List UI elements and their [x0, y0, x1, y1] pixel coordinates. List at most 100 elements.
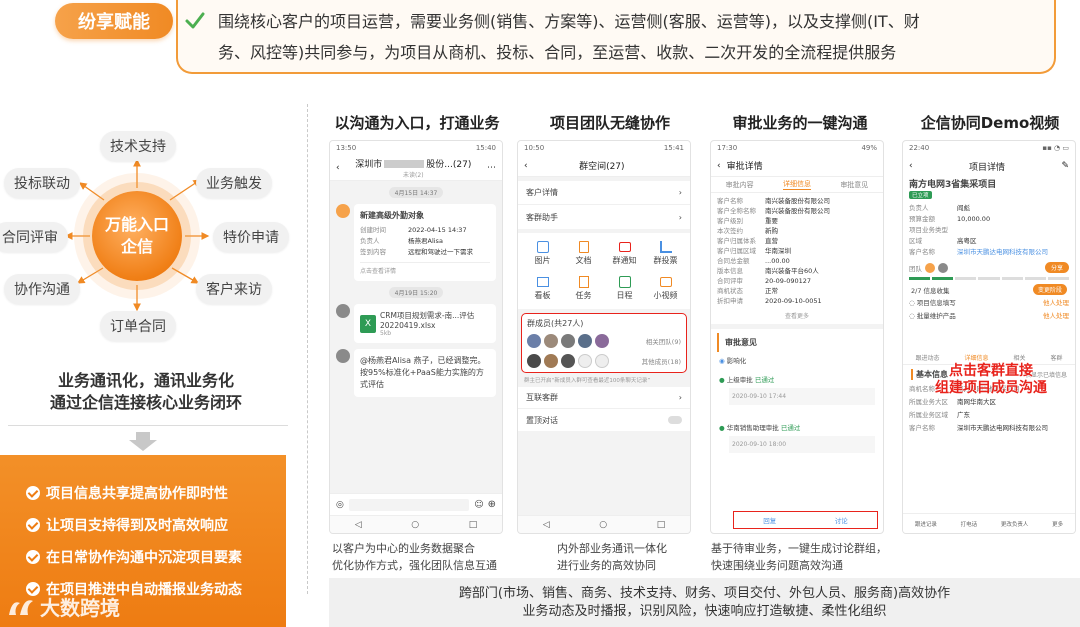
android-nav: ◁ ○ □ — [518, 515, 690, 533]
app-notice[interactable]: 群通知 — [604, 241, 645, 266]
approval-field: 合同总金额 ...00.00 — [717, 257, 790, 265]
tab-approval-opinion[interactable]: 审批意见 — [840, 180, 868, 190]
app-image[interactable]: 图片 — [522, 241, 563, 266]
status-bar: 22:40 ▪▪ ◔ ▭ — [909, 144, 1069, 152]
project-header: ‹ 项目详情 ✎ — [909, 161, 1069, 173]
approval-header: ‹ 审批详情 — [711, 155, 883, 177]
other-members-row[interactable]: 其他成员(18) — [527, 354, 681, 368]
row-pin-chat[interactable]: 置顶对话 — [518, 409, 690, 431]
group-members-panel[interactable]: 群成员(共27人) 相关团队(9) 其他成员(18) — [521, 313, 687, 373]
app-schedule[interactable]: 日程 — [604, 276, 645, 301]
chat-input[interactable] — [348, 498, 470, 511]
view-more-link[interactable]: 查看更多 — [711, 311, 883, 320]
approval-field: 客户全称名称 南兴装备股份有限公司 — [717, 207, 830, 215]
action-follow-record[interactable]: 跟进记录 — [915, 520, 937, 528]
action-call[interactable]: 打电话 — [961, 520, 978, 528]
tab-detail-info[interactable]: 详细信息 — [782, 179, 811, 190]
subtab-customer-group[interactable]: 客群 — [1050, 353, 1062, 364]
watermark-logo-icon — [9, 599, 33, 615]
task-item[interactable]: ◌ 批量维护产品 他人处理 — [909, 310, 1069, 323]
pill-special-price: 特价申请 — [213, 222, 289, 252]
status-bar: 17:30 49% — [717, 144, 877, 152]
chevron-right-icon: › — [678, 188, 682, 197]
down-arrow-icon — [129, 432, 157, 451]
team-avatar — [925, 262, 935, 273]
section-title: 审批意见 — [717, 333, 877, 352]
reply-button[interactable]: 回复 — [763, 515, 776, 525]
discuss-button[interactable]: 讨论 — [835, 515, 848, 525]
left-caption-line-1: 业务通讯化，通讯业务化 — [57, 371, 234, 390]
file-card[interactable]: X CRM项目规划需求-南...评估20220419.xlsx 5kb — [354, 304, 496, 343]
date-chip: 4月19日 15:20 — [388, 287, 444, 298]
nav-home-icon[interactable]: ○ — [599, 520, 607, 530]
approval-field: 客户级别 重要 — [717, 217, 778, 225]
hub-line-2: 企信 — [120, 237, 153, 256]
left-caption: 业务通讯化，通讯业务化 通过企信连接核心业务闭环 — [0, 370, 292, 414]
app-board[interactable]: 看板 — [522, 276, 563, 301]
member-avatar — [578, 334, 592, 348]
member-avatar — [544, 354, 558, 368]
pill-contract-review: 合同评审 — [0, 222, 68, 252]
vertical-divider — [307, 104, 308, 594]
approval-field: 商机状态 正常 — [717, 287, 778, 295]
highlight-overlay-text: 点击客群直接 组建项目成员沟通 — [935, 363, 1047, 396]
bottom-summary-band: 跨部门(市场、销售、商务、技术支持、财务、项目交付、外包人员、服务商)高效协作 … — [329, 578, 1080, 627]
add-icon[interactable]: ⊕ — [488, 499, 496, 510]
nav-back-icon[interactable]: ◁ — [543, 520, 550, 530]
remove-member-icon[interactable] — [595, 354, 609, 368]
left-caption-line-2: 通过企信连接核心业务闭环 — [49, 393, 242, 412]
edit-icon[interactable]: ✎ — [1061, 161, 1069, 171]
voice-icon[interactable]: ◎ — [336, 500, 344, 510]
banner-tag: 纷享赋能 — [55, 3, 173, 39]
avatar — [336, 304, 350, 318]
text-message: @杨燕君Alisa 燕子，已经调整完。按95%标准化+PaaS能力实施的方式评估 — [330, 343, 502, 397]
approval-field: 客户归属区域 华南深圳 — [717, 247, 791, 255]
approval-footer: 回复 讨论 — [733, 511, 878, 529]
tab-approval-content[interactable]: 审批内容 — [726, 180, 754, 190]
pin-toggle[interactable] — [668, 416, 682, 424]
left-separator — [8, 425, 288, 426]
team-row: 团队 分享 — [909, 262, 1069, 273]
emoji-icon[interactable]: ☺ — [474, 500, 483, 510]
approval-flow: ◉ 影响化 ● 上级审批 已通过 2020-09-10 17:44 ● 华南销售… — [711, 356, 883, 453]
benefit-item: 项目信息共享提高协作即时性 — [26, 477, 286, 509]
col-title-4: 企信协同Demo视频 — [920, 114, 1060, 132]
action-more[interactable]: 更多 — [1052, 520, 1063, 528]
check-circle-icon — [26, 518, 40, 532]
app-task[interactable]: 任务 — [563, 276, 604, 301]
app-video[interactable]: 小视频 — [645, 276, 686, 301]
nav-home-icon[interactable]: ○ — [411, 520, 419, 530]
task-item[interactable]: ◌ 项目信息填写 他人处理 — [909, 297, 1069, 310]
member-avatar — [561, 334, 575, 348]
row-interconnect-group[interactable]: 互联客群 › — [518, 387, 690, 409]
check-circle-icon — [26, 550, 40, 564]
app-vote[interactable]: 群投票 — [645, 241, 686, 266]
nav-recent-icon[interactable]: □ — [657, 520, 666, 530]
nav-recent-icon[interactable]: □ — [469, 520, 478, 530]
related-team-row[interactable]: 相关团队(9) — [527, 334, 681, 348]
record-card[interactable]: 新建高级外勤对象 创建时间 2022-04-15 14:37 负责人 杨燕君Alis… — [354, 204, 496, 281]
android-nav: ◁ ○ □ — [330, 515, 502, 533]
action-change-owner[interactable]: 更改负责人 — [1001, 520, 1029, 528]
benefit-item: 让项目支持得到及时高效响应 — [26, 509, 286, 541]
file-message: X CRM项目规划需求-南...评估20220419.xlsx 5kb — [330, 304, 502, 343]
row-customer-detail[interactable]: 客户详情 › — [518, 181, 690, 205]
approval-fields: 客户名称 南兴装备股份有限公司 客户全称名称 南兴装备股份有限公司 客户级别 重要 本次签约… — [711, 193, 883, 309]
benefit-item: 在日常协作沟通中沉淀项目要素 — [26, 541, 286, 573]
col-caption-1: 以客户为中心的业务数据聚合 优化协作方式，强化团队信息互通 — [332, 542, 497, 572]
col-title-2: 项目团队无缝协作 — [549, 114, 670, 132]
more-icon[interactable]: ⋯ — [487, 163, 496, 173]
add-member-icon[interactable] — [578, 354, 592, 368]
flow-time: 2020-09-10 17:44 — [729, 388, 875, 405]
col-title-1: 以沟通为入口，打通业务 — [334, 114, 500, 132]
change-stage-button[interactable]: 变更阶段 — [1032, 284, 1067, 295]
app-document[interactable]: 文档 — [563, 241, 604, 266]
blurred-name — [384, 160, 425, 168]
hub-line-1: 万能入口 — [104, 215, 169, 234]
member-avatar — [595, 334, 609, 348]
row-group-assistant[interactable]: 客群助手 › — [518, 205, 690, 229]
phone-group-space-screenshot: 10:50 15:41 ‹ 群空间(27) 客户详情 › 客群助手 › 图片 文档 … — [517, 140, 691, 534]
share-button[interactable]: 分享 — [1044, 262, 1069, 273]
back-icon[interactable]: ‹ — [717, 161, 721, 171]
nav-back-icon[interactable]: ◁ — [355, 520, 362, 530]
